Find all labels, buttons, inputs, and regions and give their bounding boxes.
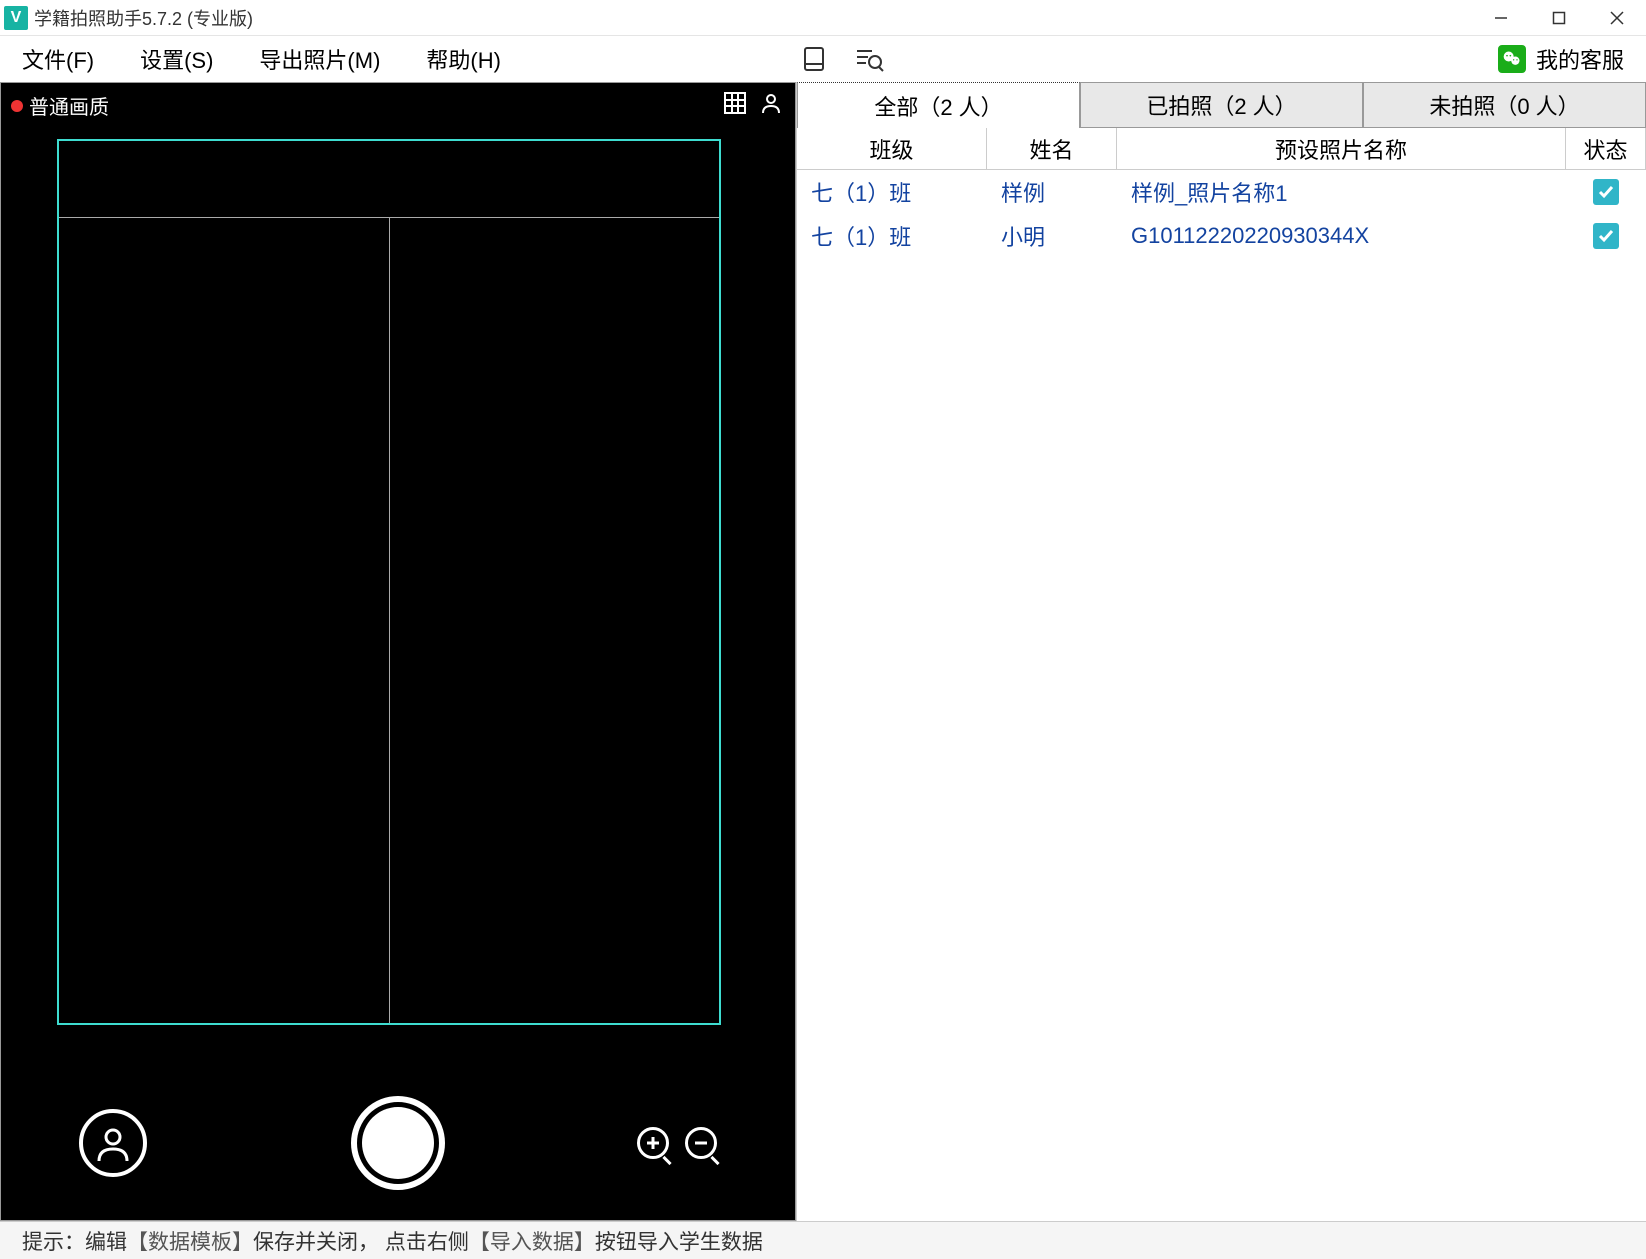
camera-panel: 普通画质	[0, 82, 796, 1221]
cell-class: 七（1）班	[797, 176, 987, 208]
cell-name: 小明	[987, 220, 1117, 252]
device-icon[interactable]	[800, 45, 828, 73]
support-link[interactable]: 我的客服	[1536, 43, 1624, 75]
footer-import: 【导入数据】	[469, 1226, 595, 1256]
tab-all[interactable]: 全部（2 人）	[797, 82, 1080, 128]
profile-button[interactable]	[79, 1109, 147, 1177]
maximize-button[interactable]	[1530, 0, 1588, 36]
cell-photo-name: 样例_照片名称1	[1117, 176, 1566, 208]
status-bar: 提示：编辑 【数据模板】 保存并关闭， 点击右侧 【导入数据】 按钮导入学生数据	[0, 1221, 1646, 1259]
col-header-status[interactable]: 状态	[1566, 128, 1646, 169]
tab-not-taken[interactable]: 未拍照（0 人）	[1363, 82, 1646, 128]
quality-indicator: 普通画质	[11, 91, 109, 120]
main-area: 普通画质	[0, 82, 1646, 1221]
close-button[interactable]	[1588, 0, 1646, 36]
data-panel: 全部（2 人） 已拍照（2 人） 未拍照（0 人） 班级 姓名 预设照片名称 状…	[796, 82, 1646, 1221]
menu-settings[interactable]: 设置(S)	[140, 43, 213, 75]
minimize-button[interactable]	[1472, 0, 1530, 36]
record-dot-icon	[11, 100, 23, 112]
quality-label: 普通画质	[29, 91, 109, 120]
app-icon: V	[4, 6, 28, 30]
menu-help[interactable]: 帮助(H)	[426, 43, 501, 75]
table-body: 七（1）班样例样例_照片名称1七（1）班小明G10112220220930344…	[797, 170, 1646, 1221]
shutter-button[interactable]	[351, 1096, 445, 1190]
zoom-out-button[interactable]	[685, 1127, 717, 1159]
cell-status	[1566, 223, 1646, 249]
person-icon[interactable]	[757, 89, 785, 117]
col-header-photo[interactable]: 预设照片名称	[1117, 128, 1566, 169]
filter-tabs: 全部（2 人） 已拍照（2 人） 未拍照（0 人）	[797, 82, 1646, 128]
table-row[interactable]: 七（1）班样例样例_照片名称1	[797, 170, 1646, 214]
search-list-icon[interactable]	[854, 45, 884, 73]
shutter-inner	[362, 1107, 434, 1179]
tab-taken[interactable]: 已拍照（2 人）	[1080, 82, 1363, 128]
table-row[interactable]: 七（1）班小明G10112220220930344X	[797, 214, 1646, 258]
footer-mid: 保存并关闭， 点击右侧	[253, 1226, 469, 1256]
table-header: 班级 姓名 预设照片名称 状态	[797, 128, 1646, 170]
wechat-icon[interactable]	[1498, 45, 1526, 73]
menu-export[interactable]: 导出照片(M)	[259, 43, 380, 75]
zoom-in-button[interactable]	[637, 1127, 669, 1159]
cell-photo-name: G10112220220930344X	[1117, 223, 1566, 249]
window-title: 学籍拍照助手5.7.2 (专业版)	[34, 5, 253, 31]
footer-prefix: 提示：编辑	[22, 1226, 127, 1256]
viewfinder	[57, 139, 721, 1025]
check-icon	[1593, 223, 1619, 249]
cell-class: 七（1）班	[797, 220, 987, 252]
footer-template: 【数据模板】	[127, 1226, 253, 1256]
menu-bar: 文件(F) 设置(S) 导出照片(M) 帮助(H)	[0, 36, 1646, 82]
vertical-guide	[389, 217, 390, 1023]
grid-icon[interactable]	[721, 89, 749, 117]
cell-status	[1566, 179, 1646, 205]
cell-name: 样例	[987, 176, 1117, 208]
check-icon	[1593, 179, 1619, 205]
title-bar: V 学籍拍照助手5.7.2 (专业版)	[0, 0, 1646, 36]
col-header-class[interactable]: 班级	[797, 128, 987, 169]
col-header-name[interactable]: 姓名	[987, 128, 1117, 169]
footer-suffix: 按钮导入学生数据	[595, 1226, 763, 1256]
menu-file[interactable]: 文件(F)	[22, 43, 94, 75]
